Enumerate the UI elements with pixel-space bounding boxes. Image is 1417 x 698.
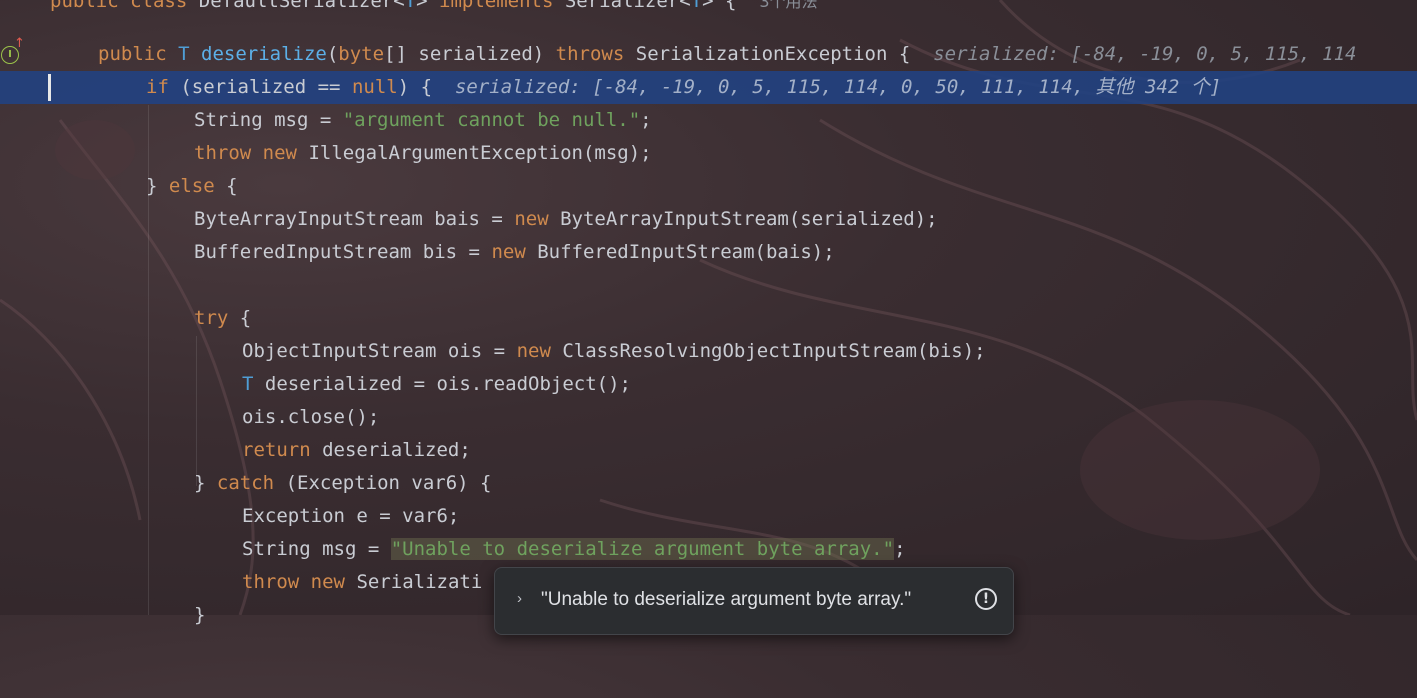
info-exclamation-icon[interactable]: ! [975, 588, 997, 610]
code-line-current-execution: if (serialized == null) { serialized: [-… [0, 71, 1417, 104]
code-line-class-header: public class DefaultSerializer<T> implem… [0, 0, 1417, 18]
code-line: } else { [146, 175, 238, 197]
debug-inline-value[interactable]: serialized: [-84, -19, 0, 5, 115, 114, 0… [455, 76, 1221, 98]
selected-string-literal[interactable]: "Unable to deserialize argument byte arr… [390, 538, 895, 560]
popup-value-text: "Unable to deserialize argument byte arr… [541, 589, 912, 610]
code-line: String msg = "argument cannot be null."; [194, 109, 652, 131]
code-line: } catch (Exception var6) { [194, 472, 492, 494]
code-line: BufferedInputStream bis = new BufferedIn… [194, 241, 835, 263]
code-editor[interactable]: public class DefaultSerializer<T> implem… [0, 0, 1417, 626]
override-arrow-icon[interactable]: ↑ [14, 36, 25, 51]
code-line-method-signature: I ↑ public T deserialize(byte[] serializ… [0, 36, 1417, 71]
usages-hint[interactable]: 3个用法 [759, 0, 817, 11]
expand-chevron-icon[interactable]: › [517, 590, 522, 607]
code-line: ObjectInputStream ois = new ClassResolvi… [242, 340, 986, 362]
code-line: ois.close(); [242, 406, 380, 428]
code-line: return deserialized; [242, 439, 471, 461]
evaluate-value-popup[interactable]: › "Unable to deserialize argument byte a… [494, 567, 1014, 635]
text-caret [48, 74, 51, 101]
code-line: try { [194, 307, 252, 329]
code-line: String msg = "Unable to deserialize argu… [242, 538, 906, 560]
code-line: throw new IllegalArgumentException(msg); [194, 142, 652, 164]
code-line: T deserialized = ois.readObject(); [242, 373, 631, 395]
code-line: ByteArrayInputStream bais = new ByteArra… [194, 208, 938, 230]
debug-inline-value[interactable]: serialized: [-84, -19, 0, 5, 115, 114 [933, 43, 1356, 65]
code-line: Exception e = var6; [242, 505, 460, 527]
